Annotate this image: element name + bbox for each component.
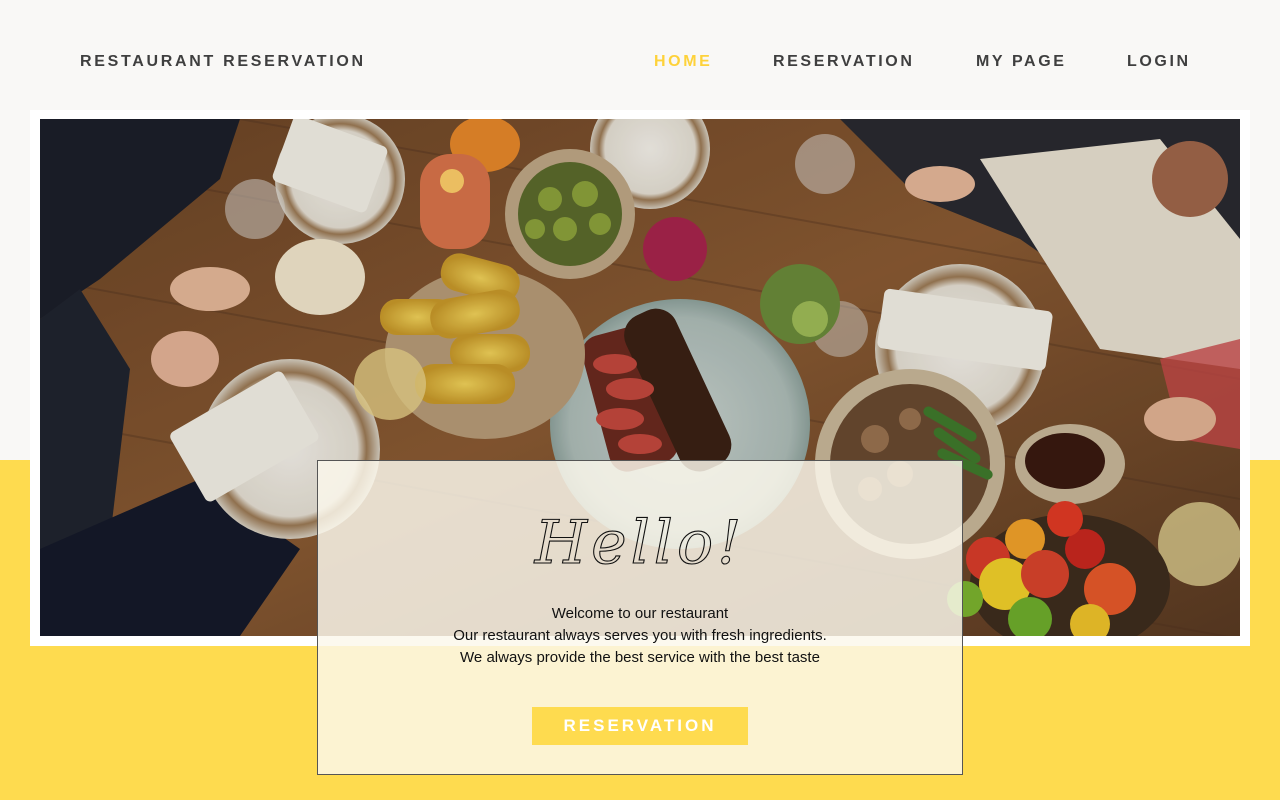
nav-my-page[interactable]: MY PAGE: [976, 53, 1067, 71]
welcome-line-2: Our restaurant always serves you with fr…: [453, 627, 827, 644]
nav-reservation[interactable]: RESERVATION: [773, 53, 915, 71]
welcome-line-3: We always provide the best service with …: [460, 649, 820, 666]
brand-logo-text[interactable]: RESTAURANT RESERVATION: [80, 53, 366, 71]
welcome-line-1: Welcome to our restaurant: [551, 605, 729, 622]
hello-text: Hello!: [534, 508, 745, 578]
welcome-card: Hello! Welcome to our restaurant Our res…: [317, 460, 963, 775]
reservation-button[interactable]: RESERVATION: [532, 707, 748, 745]
nav-home[interactable]: HOME: [654, 53, 712, 71]
nav-login[interactable]: LOGIN: [1127, 53, 1191, 71]
top-navigation: RESTAURANT RESERVATION HOME RESERVATION …: [0, 0, 1280, 120]
hello-script-heading: Hello!: [318, 497, 962, 587]
